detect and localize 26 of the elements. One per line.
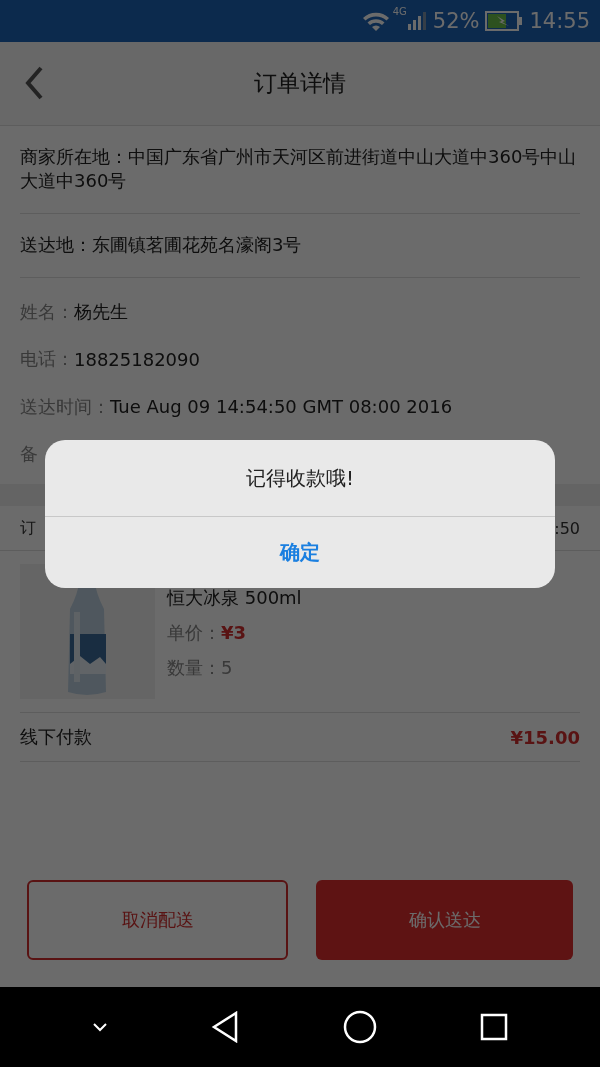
order-number-text: 订	[20, 517, 36, 539]
ok-button[interactable]: 确定	[45, 517, 555, 588]
cancel-delivery-button[interactable]: 取消配送	[27, 880, 288, 960]
back-nav-icon[interactable]	[211, 1011, 240, 1043]
collapse-icon[interactable]	[91, 1022, 108, 1032]
product-name: 恒大冰泉 500ml	[167, 586, 302, 610]
page-title: 订单详情	[254, 69, 346, 98]
unit-price: ¥3	[221, 622, 247, 643]
home-icon[interactable]	[342, 1010, 377, 1044]
network-type: 4G	[392, 6, 407, 17]
back-icon[interactable]	[24, 66, 44, 100]
clock-time: 14:55	[529, 9, 590, 33]
field-value: 18825182090	[74, 348, 200, 370]
battery-percent: 52%	[432, 9, 480, 33]
battery-icon	[485, 11, 524, 31]
field-value: Tue Aug 09 14:54:50 GMT 08:00 2016	[110, 396, 453, 418]
payment-method: 线下付款	[20, 725, 92, 749]
total-price: ¥15.00	[510, 726, 580, 748]
order-time-text: :50	[554, 518, 580, 538]
recent-apps-icon[interactable]	[480, 1013, 509, 1041]
address-text: 送达地：东圃镇茗圃花苑名濠阁3号	[20, 214, 580, 278]
field-value: 杨先生	[74, 299, 128, 324]
signal-icon	[406, 11, 427, 31]
dialog-message: 记得收款哦!	[45, 440, 555, 517]
confirm-delivery-button[interactable]: 确认送达	[316, 880, 573, 960]
address-text: 商家所在地：中国广东省广州市天河区前进街道中山大道中360号中山大道中360号	[20, 126, 580, 214]
